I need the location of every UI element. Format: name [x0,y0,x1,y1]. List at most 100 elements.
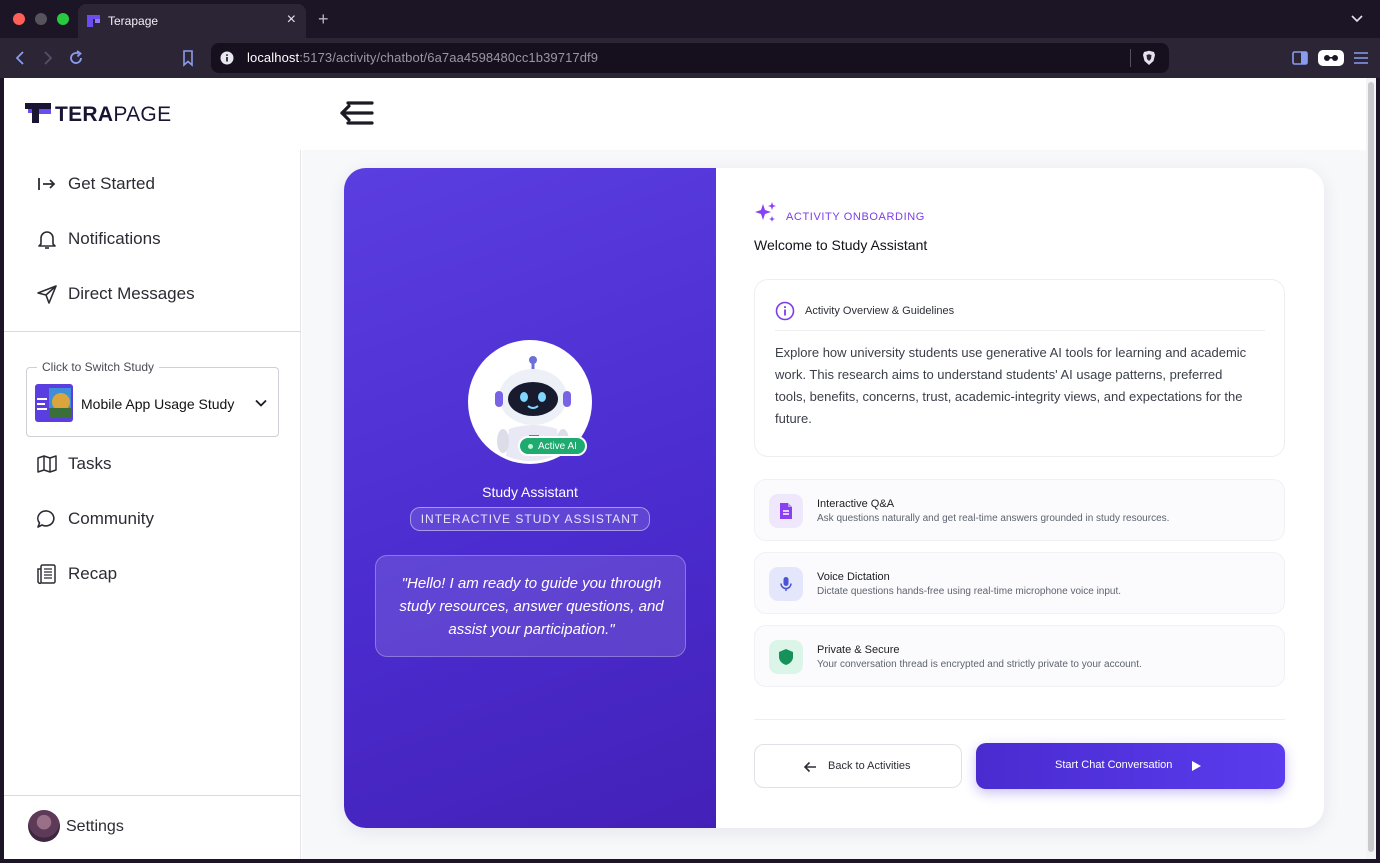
scrollbar-thumb[interactable] [1368,82,1374,852]
shield-icon [779,649,793,665]
sidebar-item-community[interactable]: Community [36,504,286,534]
sidebar-item-label: Notifications [68,229,161,248]
sidebar-item-tasks[interactable]: Tasks [36,449,286,479]
assistant-greeting: "Hello! I am ready to guide you through … [375,555,686,657]
sidebar-divider [4,331,301,332]
page-scrollbar[interactable] [1366,78,1376,859]
chevron-down-icon[interactable] [1350,11,1364,25]
assistant-name: Study Assistant [482,484,578,500]
tab-title: Terapage [108,14,159,28]
status-dot [528,444,533,449]
play-icon [1192,761,1201,771]
info-icon[interactable] [220,51,234,65]
bookmark-icon[interactable] [178,48,198,68]
assistant-panel: Active AI Study Assistant INTERACTIVE ST… [344,168,716,828]
browser-tab[interactable]: Terapage × [78,4,306,38]
sidebar-item-get-started[interactable]: Get Started [36,169,286,199]
terapage-favicon-icon [87,15,100,27]
back-button-label: Back to Activities [828,760,911,772]
feature-icon-box [769,567,803,601]
arrow-right-to-line-icon [38,178,56,190]
page-title: Welcome to Study Assistant [754,237,928,253]
overview-title: Activity Overview & Guidelines [805,305,955,317]
sidebar-item-recap[interactable]: Recap [36,559,286,589]
overview-divider [775,330,1265,331]
browser-toolbar: localhost:5173/activity/chatbot/6a7aa459… [0,38,1380,78]
map-icon [37,455,57,473]
browser-tab-bar: Terapage × + [0,0,1380,38]
sidebar-toggle-icon[interactable] [1290,48,1310,68]
feature-description: Dictate questions hands-free using real-… [817,586,1122,597]
overview-text: Explore how university students use gene… [775,345,1247,426]
brave-shield-icon[interactable] [1141,50,1157,66]
send-icon [37,285,57,304]
main-content: Active AI Study Assistant INTERACTIVE ST… [302,150,1366,859]
study-switcher-legend: Click to Switch Study [37,360,160,374]
back-to-activities-button[interactable]: Back to Activities [754,744,962,788]
feature-icon-box [769,494,803,528]
sparkles-icon [755,202,776,222]
newspaper-icon [37,564,56,585]
sidebar-item-notifications[interactable]: Notifications [36,224,286,254]
arrow-left-icon [803,761,816,773]
forward-arrow-icon[interactable] [38,48,58,68]
address-bar[interactable]: localhost:5173/activity/chatbot/6a7aa459… [211,43,1169,73]
sidebar: Get Started Notifications Direct Message… [4,150,301,859]
study-thumbnail [35,384,73,422]
onboarding-details: ACTIVITY ONBOARDING Welcome to Study Ass… [716,168,1324,828]
start-chat-button[interactable]: Start Chat Conversation [976,743,1285,789]
back-arrow-icon[interactable] [10,48,30,68]
sidebar-item-label: Tasks [68,454,112,473]
window-minimize-button[interactable] [35,13,47,25]
study-switcher[interactable]: Click to Switch Study Mobile App Usage S… [26,360,279,437]
sidebar-item-label: Recap [68,564,118,583]
feature-interactive-qa: Interactive Q&A Ask questions naturally … [754,479,1285,541]
window-zoom-button[interactable] [57,13,69,25]
feature-icon-box [769,640,803,674]
feature-title: Private & Secure [817,644,900,656]
logo-wordmark: TERAPAGE [55,103,172,126]
bell-icon [38,231,56,249]
feature-private-secure: Private & Secure Your conversation threa… [754,625,1285,687]
sidebar-item-direct-messages[interactable]: Direct Messages [36,279,286,309]
chat-bubble-icon [37,510,55,528]
document-icon [780,503,792,519]
terapage-logo[interactable]: TERAPAGE [25,102,197,126]
info-icon [775,301,795,321]
sidebar-item-label: Direct Messages [68,284,195,303]
feature-title: Interactive Q&A [817,498,895,510]
microphone-icon [780,577,792,591]
feature-title: Voice Dictation [817,571,890,583]
onboarding-card: Active AI Study Assistant INTERACTIVE ST… [344,168,1324,828]
overview-card: Activity Overview & Guidelines Explore h… [754,279,1285,457]
collapse-menu-icon[interactable] [338,98,376,128]
reader-glasses-icon[interactable] [1318,48,1344,68]
onboarding-label: ACTIVITY ONBOARDING [786,211,925,223]
feature-description: Ask questions naturally and get real-tim… [817,513,1170,524]
hamburger-menu-icon[interactable] [1351,48,1371,68]
settings-label: Settings [66,818,124,835]
feature-voice-dictation: Voice Dictation Dictate questions hands-… [754,552,1285,614]
chevron-down-icon[interactable] [254,396,268,410]
assistant-role-badge: INTERACTIVE STUDY ASSISTANT [410,507,650,531]
sidebar-item-settings[interactable]: Settings [28,810,228,844]
actions-divider [754,719,1285,720]
feature-description: Your conversation thread is encrypted an… [817,659,1142,670]
start-button-label: Start Chat Conversation [1055,759,1173,771]
sidebar-divider [4,795,301,796]
selected-study-name: Mobile App Usage Study [81,396,235,412]
status-badge: Active AI [518,436,587,456]
assistant-greeting-text: "Hello! I am ready to guide you through … [399,575,664,638]
window-close-button[interactable] [13,13,25,25]
terapage-logo-icon [25,103,51,123]
new-tab-icon[interactable]: + [318,9,329,29]
avatar [28,810,60,842]
url-separator [1130,49,1131,67]
url-text[interactable]: localhost:5173/activity/chatbot/6a7aa459… [247,50,598,65]
reload-icon[interactable] [66,48,86,68]
sidebar-item-label: Get Started [68,174,155,193]
page-content: TERAPAGE Get Started Notifications Direc… [4,78,1366,859]
status-text: Active AI [538,441,577,452]
tab-close-icon[interactable]: × [287,11,296,29]
sidebar-item-label: Community [68,509,154,528]
